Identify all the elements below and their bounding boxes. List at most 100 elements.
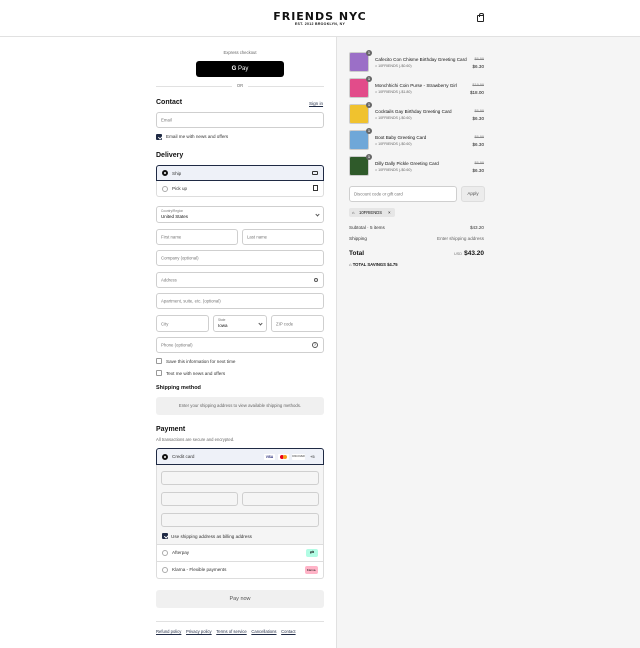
pickup-radio[interactable] xyxy=(162,186,168,192)
afterpay-radio[interactable] xyxy=(162,550,168,556)
savings-label: TOTAL SAVINGS xyxy=(352,262,386,267)
product-name: Boot Baby Greeting Card xyxy=(375,135,427,140)
footer-links: Refund policy Privacy policy Terms of se… xyxy=(156,629,296,634)
discount-label: 10FRIENDS (-$0.60) xyxy=(378,142,412,146)
more-brands-label: +5 xyxy=(310,454,315,459)
or-label: OR xyxy=(232,83,248,88)
country-select[interactable]: Country/Region United States xyxy=(156,206,324,223)
phone-field[interactable]: Phone (optional) ? xyxy=(156,337,324,353)
gpay-label: Pay xyxy=(238,66,249,72)
save-info-checkbox[interactable] xyxy=(156,358,162,364)
city-field[interactable]: City xyxy=(156,315,209,332)
quantity-badge: 1 xyxy=(366,102,372,108)
footer-divider xyxy=(156,621,324,622)
pay-now-button[interactable]: Pay now xyxy=(156,590,324,608)
apartment-field[interactable]: Apartment, suite, etc. (optional) xyxy=(156,293,324,309)
security-code-field[interactable] xyxy=(242,492,319,506)
product-name: Cafecito Con Chisme Birthday Greeting Ca… xyxy=(375,57,467,62)
discount-label: 10FRIENDS (-$0.60) xyxy=(378,64,412,68)
zip-field[interactable]: ZIP code xyxy=(271,315,324,332)
shipping-label: Shipping xyxy=(349,236,367,241)
ship-radio[interactable] xyxy=(162,170,168,176)
email-news-checkbox[interactable] xyxy=(156,134,162,140)
quantity-badge: 1 xyxy=(366,128,372,134)
contact-link[interactable]: Contact xyxy=(281,629,295,634)
discount-code-field[interactable]: Discount code or gift card xyxy=(349,186,457,202)
product-price: $6.30 xyxy=(472,64,485,69)
shopping-bag-icon[interactable] xyxy=(477,13,484,22)
google-pay-button[interactable]: G Pay xyxy=(196,61,284,77)
address-placeholder: Address xyxy=(161,277,177,283)
afterpay-option[interactable]: Afterpay ⇄ xyxy=(156,545,324,562)
terms-link[interactable]: Terms of service xyxy=(216,629,246,634)
state-label: State xyxy=(218,318,226,322)
remove-code-icon[interactable]: × xyxy=(388,210,391,215)
credit-card-radio[interactable] xyxy=(162,454,168,460)
email-placeholder: Email xyxy=(161,117,172,123)
product-name: Cocktails Gay Birthday Greeting Card xyxy=(375,109,452,114)
sign-in-link[interactable]: Sign in xyxy=(309,101,323,106)
original-price: $19.99 xyxy=(472,83,484,87)
chevron-down-icon xyxy=(315,211,320,217)
card-details-panel: Use shipping address as billing address xyxy=(156,465,324,545)
company-placeholder: Company (optional) xyxy=(161,255,199,261)
chevron-down-icon xyxy=(258,320,263,326)
refund-policy-link[interactable]: Refund policy xyxy=(156,629,181,634)
tag-icon: ⌂ xyxy=(349,262,352,267)
search-icon xyxy=(314,278,318,282)
cancellations-link[interactable]: Cancellations xyxy=(251,629,276,634)
address-field[interactable]: Address xyxy=(156,272,324,288)
company-field[interactable]: Company (optional) xyxy=(156,250,324,266)
klarna-radio[interactable] xyxy=(162,567,168,573)
state-select[interactable]: State Iowa xyxy=(213,315,267,332)
product-price: $6.30 xyxy=(472,168,485,173)
first-name-placeholder: First name xyxy=(161,234,182,240)
help-icon[interactable]: ? xyxy=(312,342,318,348)
last-name-field[interactable]: Last name xyxy=(242,229,324,245)
payment-heading: Payment xyxy=(156,426,186,433)
text-me-checkbox[interactable] xyxy=(156,370,162,376)
original-price: $6.99 xyxy=(474,161,484,165)
credit-card-option[interactable]: Credit card VISA DISCOVER +5 xyxy=(156,448,324,465)
expiration-field[interactable] xyxy=(161,492,238,506)
contact-heading: Contact xyxy=(156,99,183,106)
product-discount: ⌂ 10FRIENDS (-$0.60) xyxy=(375,168,412,172)
state-value: Iowa xyxy=(218,323,228,328)
logo-text: FRIENDS NYC xyxy=(273,10,367,23)
applied-code-label: 10FRIENDS xyxy=(359,210,383,215)
truck-icon xyxy=(312,171,318,175)
discount-label: 10FRIENDS (-$0.60) xyxy=(378,116,412,120)
express-checkout-label: Express checkout xyxy=(223,50,257,55)
logo-tagline: EST. 2012 BROOKLYN, NY xyxy=(294,22,346,26)
discount-placeholder: Discount code or gift card xyxy=(354,191,403,197)
text-me-label: Text me with news and offers xyxy=(166,371,226,376)
last-name-placeholder: Last name xyxy=(247,234,268,240)
discount-label: 10FRIENDS (-$0.60) xyxy=(378,168,412,172)
quantity-badge: 1 xyxy=(366,154,372,160)
shipping-method-message: Enter your shipping address to view avai… xyxy=(156,397,324,415)
quantity-badge: 1 xyxy=(366,50,372,56)
privacy-policy-link[interactable]: Privacy policy xyxy=(186,629,212,634)
product-price: $6.30 xyxy=(472,116,485,121)
header: FRIENDS NYC EST. 2012 BROOKLYN, NY xyxy=(0,0,640,37)
apply-button[interactable]: Apply xyxy=(461,186,485,202)
billing-same-checkbox[interactable] xyxy=(162,533,168,539)
original-price: $6.99 xyxy=(474,109,484,113)
quantity-badge: 1 xyxy=(366,76,372,82)
name-on-card-field[interactable] xyxy=(161,513,319,527)
ship-label: Ship xyxy=(172,171,182,176)
afterpay-icon: ⇄ xyxy=(306,549,318,557)
city-placeholder: City xyxy=(161,321,169,326)
card-number-field[interactable] xyxy=(161,471,319,485)
pickup-option[interactable]: Pick up xyxy=(156,181,324,197)
klarna-option[interactable]: Klarna - Flexible payments Klarna. xyxy=(156,562,324,579)
mastercard-icon xyxy=(278,454,289,460)
order-summary-panel xyxy=(336,37,640,648)
ship-option[interactable]: Ship xyxy=(156,165,324,181)
first-name-field[interactable]: First name xyxy=(156,229,238,245)
product-discount: ⌂ 10FRIENDS (-$0.60) xyxy=(375,64,412,68)
original-price: $6.99 xyxy=(474,57,484,61)
country-value: United States xyxy=(161,214,189,219)
email-field[interactable]: Email xyxy=(156,112,324,128)
store-logo[interactable]: FRIENDS NYC EST. 2012 BROOKLYN, NY xyxy=(0,11,640,27)
